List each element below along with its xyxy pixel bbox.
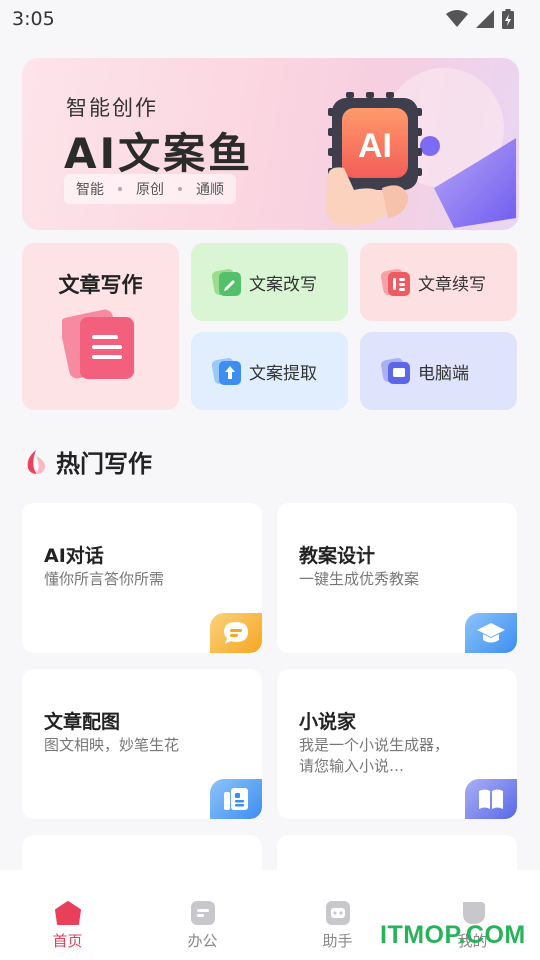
graduation-cap-icon <box>477 623 505 643</box>
status-bar: 3:05 <box>0 0 540 38</box>
card-title: 文章配图 <box>44 711 121 733</box>
tab-office[interactable]: 办公 <box>135 870 270 960</box>
status-icons <box>446 9 514 29</box>
card-title: 小说家 <box>299 711 357 733</box>
book-icon <box>479 789 503 809</box>
copy-extract-label: 文案提取 <box>249 363 317 384</box>
signal-icon <box>476 10 494 28</box>
banner-tag: 智能 <box>76 182 104 198</box>
tab-label: 助手 <box>322 932 353 950</box>
ai-chip-illustration: AI <box>325 68 516 228</box>
card-title: 教案设计 <box>299 545 376 567</box>
copy-rewrite-button[interactable]: 文案改写 <box>191 243 348 321</box>
card-description: 图文相映，妙笔生花 <box>44 736 180 754</box>
card-icon-badge <box>465 779 517 819</box>
banner-title: AI文案鱼 <box>64 129 254 178</box>
banner-subtitle: 智能创作 <box>66 96 158 120</box>
robot-icon <box>325 901 350 925</box>
pc-client-button[interactable]: 电脑端 <box>360 332 517 410</box>
watermark: ITMOP.COM <box>380 921 526 949</box>
chat-icon <box>224 622 248 644</box>
card-icon-badge <box>210 779 262 819</box>
copy-rewrite-label: 文案改写 <box>249 274 317 295</box>
card-lesson-plan[interactable]: 教案设计 一键生成优秀教案 <box>277 503 517 653</box>
office-icon <box>190 901 215 925</box>
banner-tag: 通顺 <box>196 182 224 198</box>
copy-extract-button[interactable]: 文案提取 <box>191 332 348 410</box>
article-writing-button[interactable]: 文章写作 <box>22 243 179 410</box>
article-continue-label: 文章续写 <box>418 274 486 295</box>
card-novelist[interactable]: 小说家 我是一个小说生成器，请您输入小说… <box>277 669 517 819</box>
tab-home[interactable]: 首页 <box>0 870 135 960</box>
card-title: AI对话 <box>44 545 104 567</box>
card-icon-badge <box>210 613 262 653</box>
edit-doc-icon <box>211 269 241 296</box>
chip-label: AI <box>358 127 392 165</box>
section-title: 热门写作 <box>56 450 152 478</box>
pc-client-label: 电脑端 <box>418 363 469 384</box>
hot-writing-header: 热门写作 <box>24 444 152 479</box>
article-writing-label: 文章写作 <box>58 273 143 297</box>
flame-leaf-icon <box>27 449 45 474</box>
card-description: 一键生成优秀教案 <box>299 570 420 588</box>
promo-banner[interactable]: 智能创作 AI文案鱼 智能 原创 通顺 AI <box>22 58 519 230</box>
card-ai-chat[interactable]: AI对话 懂你所言答你所需 <box>22 503 262 653</box>
article-image-icon <box>224 788 248 810</box>
tag-separator <box>178 187 182 191</box>
card-description: 我是一个小说生成器，请您输入小说… <box>299 736 450 775</box>
continue-doc-icon <box>380 269 410 296</box>
article-continue-button[interactable]: 文章续写 <box>360 243 517 321</box>
upload-doc-icon <box>211 358 241 385</box>
computer-icon <box>381 358 410 384</box>
home-icon <box>54 901 81 925</box>
tag-separator <box>118 187 122 191</box>
card-icon-badge <box>465 613 517 653</box>
banner-tags: 智能 原创 通顺 <box>64 174 236 204</box>
banner-tag: 原创 <box>136 182 164 198</box>
battery-icon <box>502 9 514 29</box>
card-article-image[interactable]: 文章配图 图文相映，妙笔生花 <box>22 669 262 819</box>
card-partial[interactable] <box>22 835 262 875</box>
tab-label: 办公 <box>187 932 218 950</box>
document-stack-icon <box>62 309 134 379</box>
wifi-icon <box>446 10 468 27</box>
card-partial[interactable] <box>277 835 517 875</box>
card-description: 懂你所言答你所需 <box>44 570 165 588</box>
status-time: 3:05 <box>12 8 55 30</box>
tab-label: 首页 <box>52 932 83 950</box>
